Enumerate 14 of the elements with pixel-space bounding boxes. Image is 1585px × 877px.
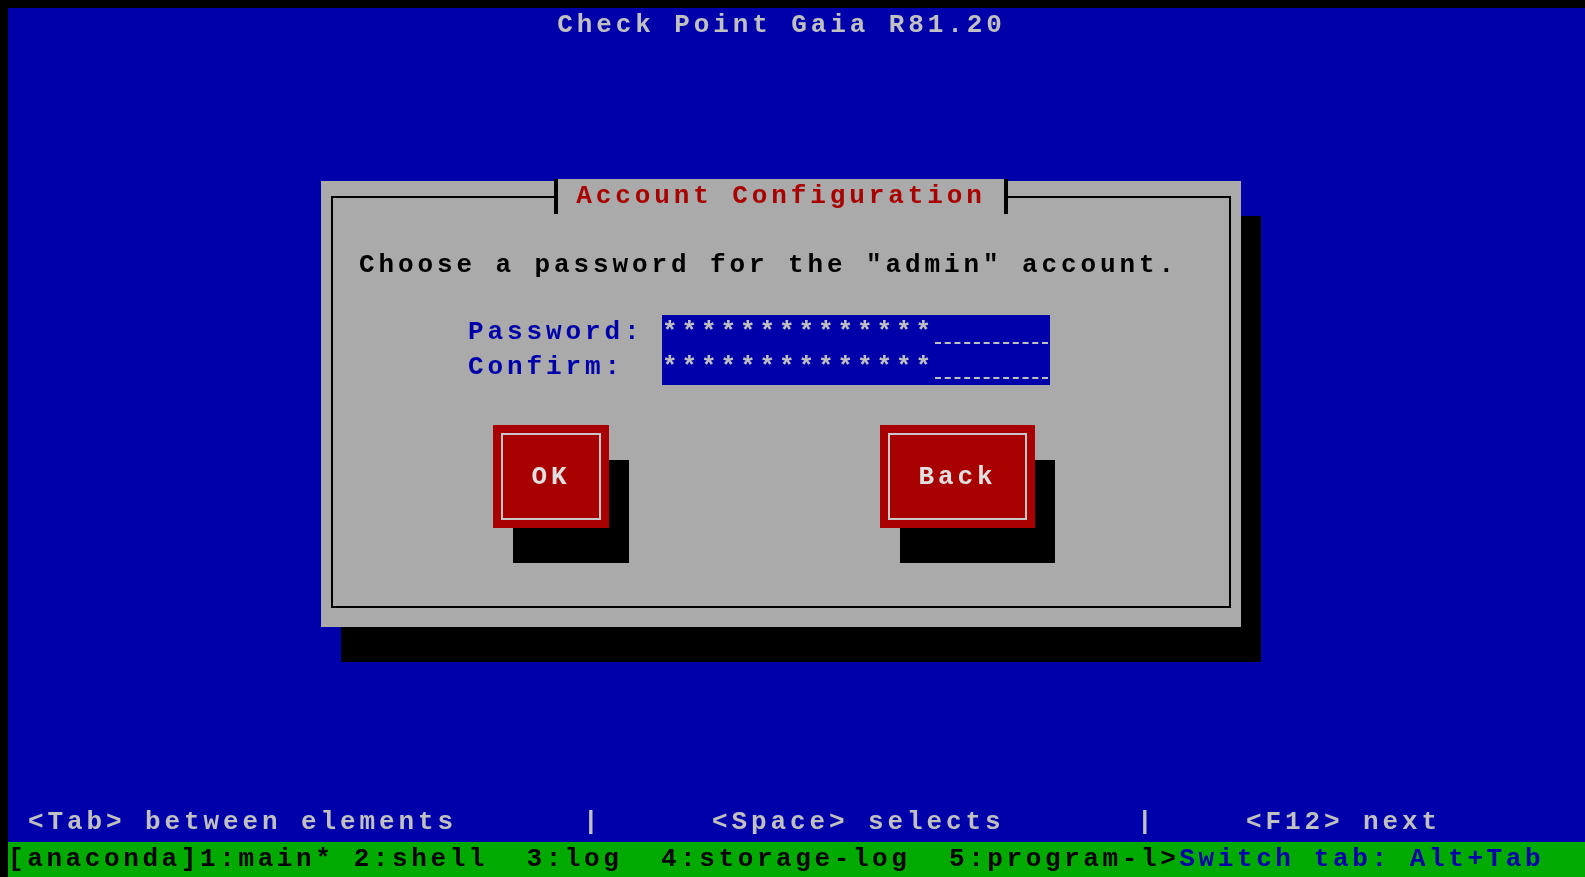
hint-separator: | — [583, 806, 604, 839]
password-field[interactable]: ************** — [662, 350, 1050, 385]
dialog-title: Account Configuration — [554, 179, 1008, 214]
field-label: Confirm: — [468, 351, 626, 384]
session-list: [anaconda]1:main* 2:shell 3:log 4:storage-log 5:program-l> — [8, 842, 1180, 877]
dialog-message: Choose a password for the "admin" account. — [359, 249, 1180, 282]
key-hint: <F12> next — [1246, 806, 1442, 839]
key-hint: <Tab> between elements — [28, 806, 459, 839]
hint-separator: | — [1137, 806, 1158, 839]
key-hint: <Space> selects — [712, 806, 1006, 839]
screen-title: Check Point Gaia R81.20 — [556, 9, 1007, 42]
password-field[interactable]: ************** — [662, 315, 1050, 350]
switch-tab-hint: Switch tab: Alt+Tab — [1179, 843, 1545, 876]
field-label: Password: — [468, 316, 645, 349]
